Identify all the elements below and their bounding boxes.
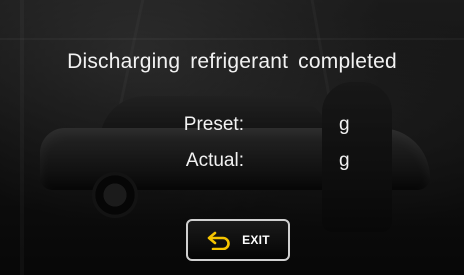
exit-button-label: EXIT xyxy=(242,233,270,247)
return-arrow-icon xyxy=(207,231,230,250)
status-title: Discharging refrigerant completed xyxy=(67,50,397,73)
actual-unit: g xyxy=(339,150,350,171)
exit-button[interactable]: EXIT xyxy=(186,219,290,261)
discharge-complete-screen: Discharging refrigerant completed Preset… xyxy=(0,0,464,275)
preset-label: Preset: xyxy=(183,114,244,135)
actual-label: Actual: xyxy=(185,150,244,171)
preset-unit: g xyxy=(339,114,350,135)
